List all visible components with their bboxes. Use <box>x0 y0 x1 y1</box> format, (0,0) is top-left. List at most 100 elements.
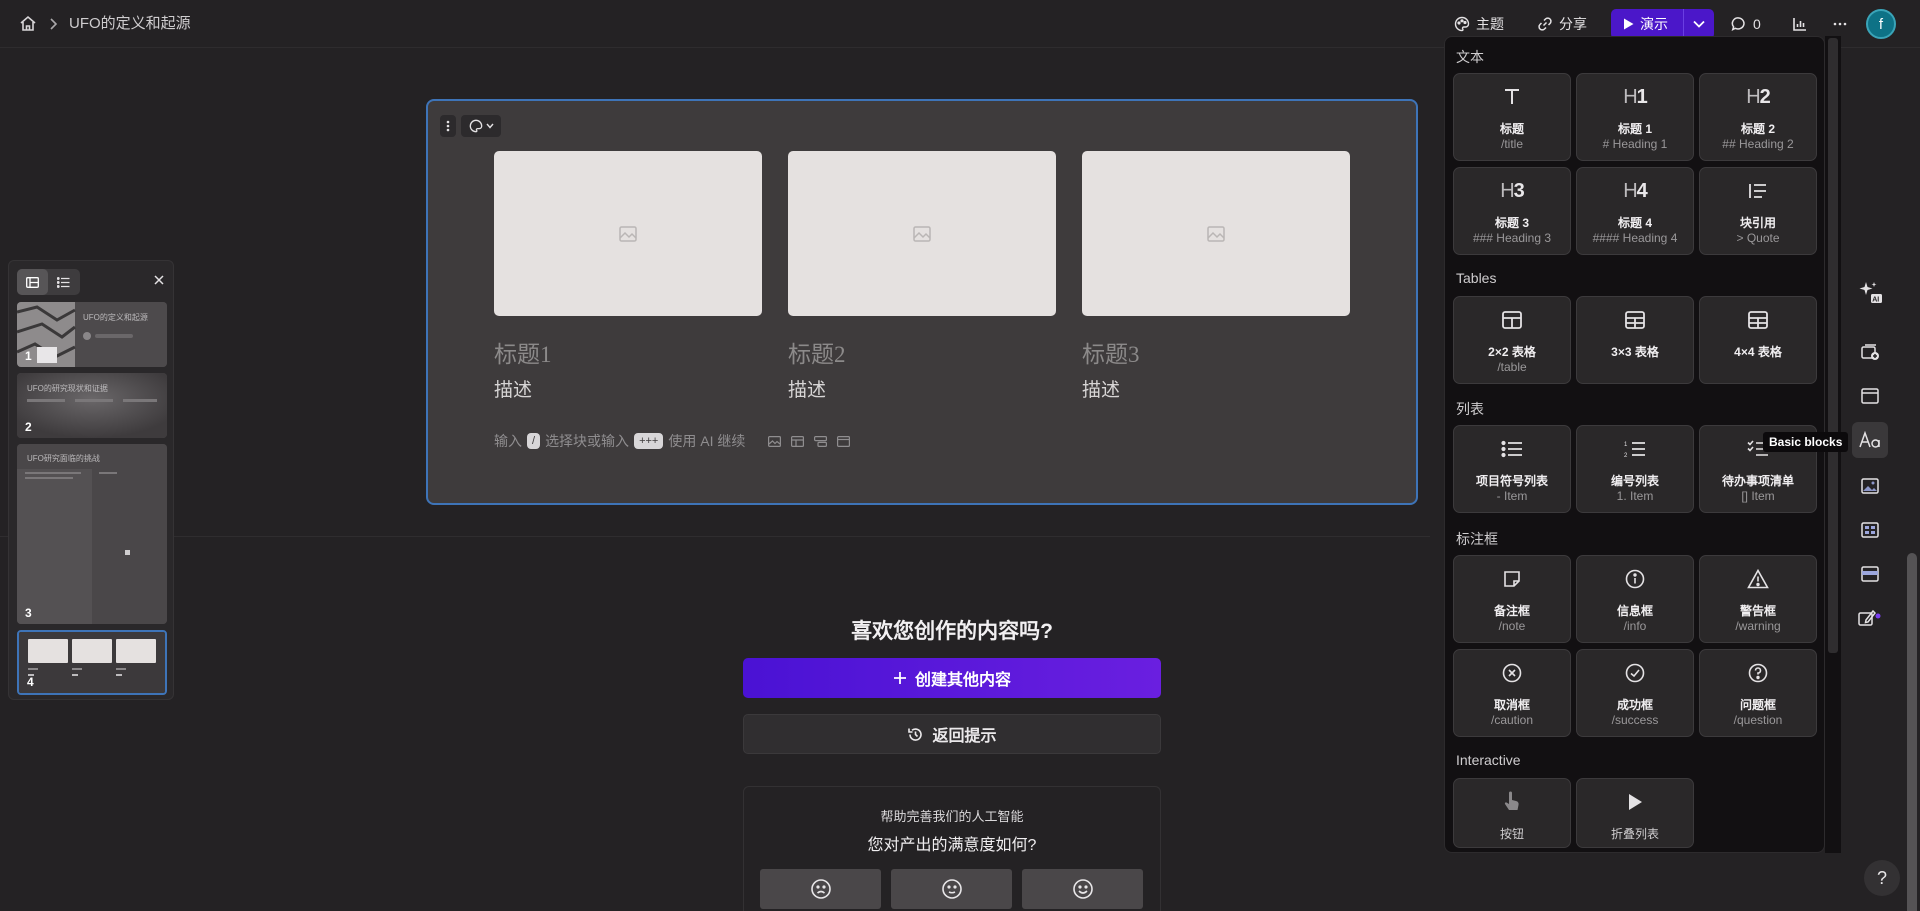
feedback-question: 您对产出的满意度如何? <box>867 837 1037 854</box>
block-table-4x4[interactable]: 4×4 表格 <box>1699 296 1817 384</box>
heading-level: 4 <box>1636 179 1648 202</box>
page-scrollbar[interactable] <box>1904 48 1920 911</box>
create-more-button[interactable]: 创建其他内容 <box>743 658 1161 698</box>
link-icon <box>1538 17 1552 31</box>
block-warning[interactable]: 警告框 /warning <box>1699 555 1817 643</box>
block-button[interactable]: 按钮 <box>1453 778 1571 848</box>
tile-shortcut: /caution <box>1490 713 1534 727</box>
tile-label: 3×3 表格 <box>1611 345 1659 359</box>
column-2: 标题2 描述 <box>788 151 1056 402</box>
comments-button[interactable]: 0 <box>1731 12 1761 36</box>
section-label-text: 文本 <box>1456 49 1484 65</box>
share-button[interactable]: 分享 <box>1537 12 1587 36</box>
tile-shortcut: ## Heading 2 <box>1722 137 1794 151</box>
breadcrumb-doc-title[interactable]: UFO的定义和起源 <box>69 14 191 34</box>
help-button[interactable]: ? <box>1864 860 1900 896</box>
block-numbered-list[interactable]: 12 编号列表 1. Item <box>1576 425 1694 513</box>
tile-label: 4×4 表格 <box>1734 345 1782 359</box>
slide-card[interactable]: 标题1 描述 标题2 描述 标题3 描述 输入 / 选择块或输入 +++ 使用 … <box>426 99 1418 505</box>
block-success[interactable]: 成功框 /success <box>1576 649 1694 737</box>
list-view-button[interactable] <box>48 269 79 295</box>
slide-thumbnail-3[interactable]: UFO研究面临的挑战 3 <box>17 444 167 624</box>
column-title[interactable]: 标题1 <box>494 335 762 367</box>
present-main[interactable]: 演示 <box>1611 14 1683 34</box>
home-icon[interactable] <box>18 14 38 34</box>
table-insert-button[interactable] <box>1852 556 1888 592</box>
block-quote[interactable]: 块引用 > Quote <box>1699 167 1817 255</box>
tile-label: 标题 1 <box>1617 122 1652 136</box>
block-table-2x2[interactable]: 2×2 表格 /table <box>1453 296 1571 384</box>
card-menu-button[interactable] <box>440 115 456 137</box>
plus-key: +++ <box>634 433 664 449</box>
chevron-down-icon <box>485 123 494 129</box>
tile-shortcut: 1. Item <box>1616 489 1654 503</box>
column-title[interactable]: 标题3 <box>1082 335 1350 367</box>
tile-shortcut: ### Heading 3 <box>1472 231 1552 245</box>
ai-assist-button[interactable]: AI <box>1852 274 1888 310</box>
user-avatar[interactable]: f <box>1866 9 1896 39</box>
block-info[interactable]: 信息框 /info <box>1576 555 1694 643</box>
rating-happy-button[interactable] <box>1022 869 1143 909</box>
analytics-button[interactable] <box>1792 12 1808 36</box>
column-1: 标题1 描述 <box>494 151 762 402</box>
image-placeholder[interactable] <box>494 151 762 316</box>
return-to-prompt-button[interactable]: 返回提示 <box>743 714 1161 754</box>
block-table-3x3[interactable]: 3×3 表格 <box>1576 296 1694 384</box>
numbered-list-icon: 12 <box>1577 436 1693 462</box>
hint-text: 输入 <box>494 433 522 449</box>
block-heading-3[interactable]: H3 标题 3 ### Heading 3 <box>1453 167 1571 255</box>
heading-level: 1 <box>1636 85 1648 108</box>
slide-thumbnail-1[interactable]: UFO的定义和起源 1 <box>17 302 167 367</box>
card-layout-button[interactable] <box>1852 378 1888 414</box>
slash-key: / <box>527 433 541 449</box>
image-icon <box>1861 478 1879 494</box>
block-heading-1[interactable]: H1 标题 1 # Heading 1 <box>1576 73 1694 161</box>
play-icon <box>1624 18 1634 30</box>
card-style-button[interactable] <box>461 115 501 137</box>
column-description[interactable]: 描述 <box>788 375 1056 402</box>
block-question[interactable]: 问题框 /question <box>1699 649 1817 737</box>
block-title[interactable]: 标题 /title <box>1453 73 1571 161</box>
thumbnail-view-button[interactable] <box>17 269 48 295</box>
layout-icon[interactable] <box>814 435 828 447</box>
block-heading-2[interactable]: H2 标题 2 ## Heading 2 <box>1699 73 1817 161</box>
block-caution[interactable]: 取消框 /caution <box>1453 649 1571 737</box>
image-placeholder[interactable] <box>1082 151 1350 316</box>
scrollbar-thumb[interactable] <box>1828 38 1838 653</box>
note-icon <box>1454 566 1570 592</box>
add-card-button[interactable] <box>1852 334 1888 370</box>
rating-neutral-button[interactable] <box>891 869 1012 909</box>
theme-button[interactable]: 主题 <box>1454 12 1504 36</box>
sad-face-icon <box>810 879 831 899</box>
column-title[interactable]: 标题2 <box>788 335 1056 367</box>
page-divider <box>0 536 1430 537</box>
more-button[interactable] <box>1832 12 1848 36</box>
slide-number: 3 <box>25 606 32 620</box>
scrollbar-thumb[interactable] <box>1907 553 1917 911</box>
block-note[interactable]: 备注框 /note <box>1453 555 1571 643</box>
section-label-tables: Tables <box>1456 270 1497 286</box>
image-placeholder[interactable] <box>788 151 1056 316</box>
close-icon[interactable] <box>151 272 167 288</box>
column-description[interactable]: 描述 <box>494 375 762 402</box>
basic-blocks-button[interactable] <box>1852 422 1888 458</box>
slide-thumbnail-2[interactable]: UFO的研究现状和证据 2 <box>17 373 167 438</box>
table-icon[interactable] <box>791 435 805 447</box>
block-heading-4[interactable]: H4 标题 4 #### Heading 4 <box>1576 167 1694 255</box>
present-dropdown[interactable] <box>1684 20 1714 28</box>
tile-shortcut: /title <box>1500 137 1523 151</box>
present-button[interactable]: 演示 <box>1611 9 1714 39</box>
tile-shortcut: > Quote <box>1736 231 1780 245</box>
embed-button[interactable] <box>1852 512 1888 548</box>
column-description[interactable]: 描述 <box>1082 375 1350 402</box>
draw-button[interactable] <box>1852 600 1888 636</box>
block-toggle-list[interactable]: 折叠列表 <box>1576 778 1694 848</box>
present-label: 演示 <box>1640 16 1668 32</box>
image-icon[interactable] <box>768 435 782 447</box>
rating-sad-button[interactable] <box>760 869 881 909</box>
image-insert-button[interactable] <box>1852 468 1888 504</box>
block-input-hint[interactable]: 输入 / 选择块或输入 +++ 使用 AI 继续 <box>494 431 851 451</box>
slide-thumbnail-4[interactable]: 4 <box>17 630 167 695</box>
block-bullet-list[interactable]: 项目符号列表 - Item <box>1453 425 1571 513</box>
card-icon[interactable] <box>837 435 851 447</box>
